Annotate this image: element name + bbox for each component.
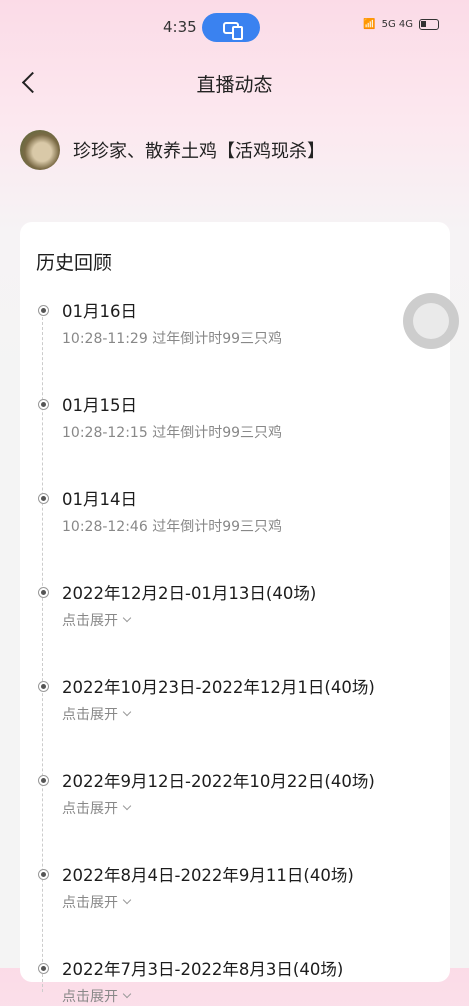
item-title: 01月14日: [62, 490, 137, 509]
chevron-down-icon: [122, 989, 132, 999]
expand-label: 点击展开: [62, 707, 118, 723]
chevron-down-icon: [122, 895, 132, 905]
history-card: 历史回顾 01月16日 10:28-11:29 过年倒计时99三只鸡 01月15…: [20, 222, 450, 1005]
item-title: 01月16日: [62, 302, 137, 321]
timeline-dot-icon: [38, 681, 49, 692]
shop-header[interactable]: 珍珍家、散养土鸡【活鸡现杀】: [20, 130, 325, 170]
shop-name[interactable]: 珍珍家、散养土鸡【活鸡现杀】: [73, 137, 325, 163]
item-title: 2022年8月4日-2022年9月11日(40场): [62, 866, 354, 885]
system-icons: 📶 5G 4G: [363, 19, 439, 30]
timeline-dot-icon: [38, 493, 49, 504]
status-time: 4:35: [163, 18, 197, 36]
wifi-icon: 📶: [363, 19, 376, 30]
page-title: 直播动态: [196, 74, 273, 96]
expand-label: 点击展开: [62, 613, 118, 629]
item-subtitle: 10:28-12:15 过年倒计时99三只鸡: [62, 422, 282, 442]
expand-button[interactable]: 点击展开: [62, 986, 132, 1006]
timeline-dot-icon: [38, 305, 49, 316]
section-title: 历史回顾: [36, 252, 113, 274]
item-title: 01月15日: [62, 396, 137, 415]
status-bar: 4:35 📶 5G 4G: [0, 0, 469, 56]
item-subtitle: 10:28-11:29 过年倒计时99三只鸡: [62, 328, 282, 348]
item-title: 2022年10月23日-2022年12月1日(40场): [62, 678, 375, 697]
item-title: 2022年12月2日-01月13日(40场): [62, 584, 317, 603]
chevron-down-icon: [122, 613, 132, 623]
timeline-line: [42, 312, 44, 992]
floating-assistive-button[interactable]: [403, 293, 459, 349]
expand-button[interactable]: 点击展开: [62, 610, 132, 630]
item-subtitle: 10:28-12:46 过年倒计时99三只鸡: [62, 516, 282, 536]
battery-icon: [419, 19, 439, 30]
expand-label: 点击展开: [62, 801, 118, 817]
expand-button[interactable]: 点击展开: [62, 892, 132, 912]
item-title: 2022年9月12日-2022年10月22日(40场): [62, 772, 375, 791]
timeline-dot-icon: [38, 399, 49, 410]
item-title: 2022年7月3日-2022年8月3日(40场): [62, 960, 344, 979]
item-subtitle-text: 10:28-11:29 过年倒计时99三只鸡: [62, 331, 283, 347]
timeline-dot-icon: [38, 869, 49, 880]
screen-share-pill[interactable]: [202, 13, 260, 42]
item-subtitle-text: 10:28-12:46 过年倒计时99三只鸡: [62, 519, 283, 535]
timeline-dot-icon: [38, 963, 49, 974]
avatar[interactable]: [20, 130, 60, 170]
item-subtitle-text: 10:28-12:15 过年倒计时99三只鸡: [62, 425, 283, 441]
expand-label: 点击展开: [62, 989, 118, 1005]
expand-button[interactable]: 点击展开: [62, 798, 132, 818]
timeline-dot-icon: [38, 775, 49, 786]
chevron-down-icon: [122, 801, 132, 811]
nav-bar: 直播动态: [0, 64, 469, 100]
timeline-dot-icon: [38, 587, 49, 598]
multi-device-icon: [223, 21, 243, 40]
expand-button[interactable]: 点击展开: [62, 704, 132, 724]
chevron-down-icon: [122, 707, 132, 717]
expand-label: 点击展开: [62, 895, 118, 911]
signal-label: 5G 4G: [381, 19, 413, 30]
